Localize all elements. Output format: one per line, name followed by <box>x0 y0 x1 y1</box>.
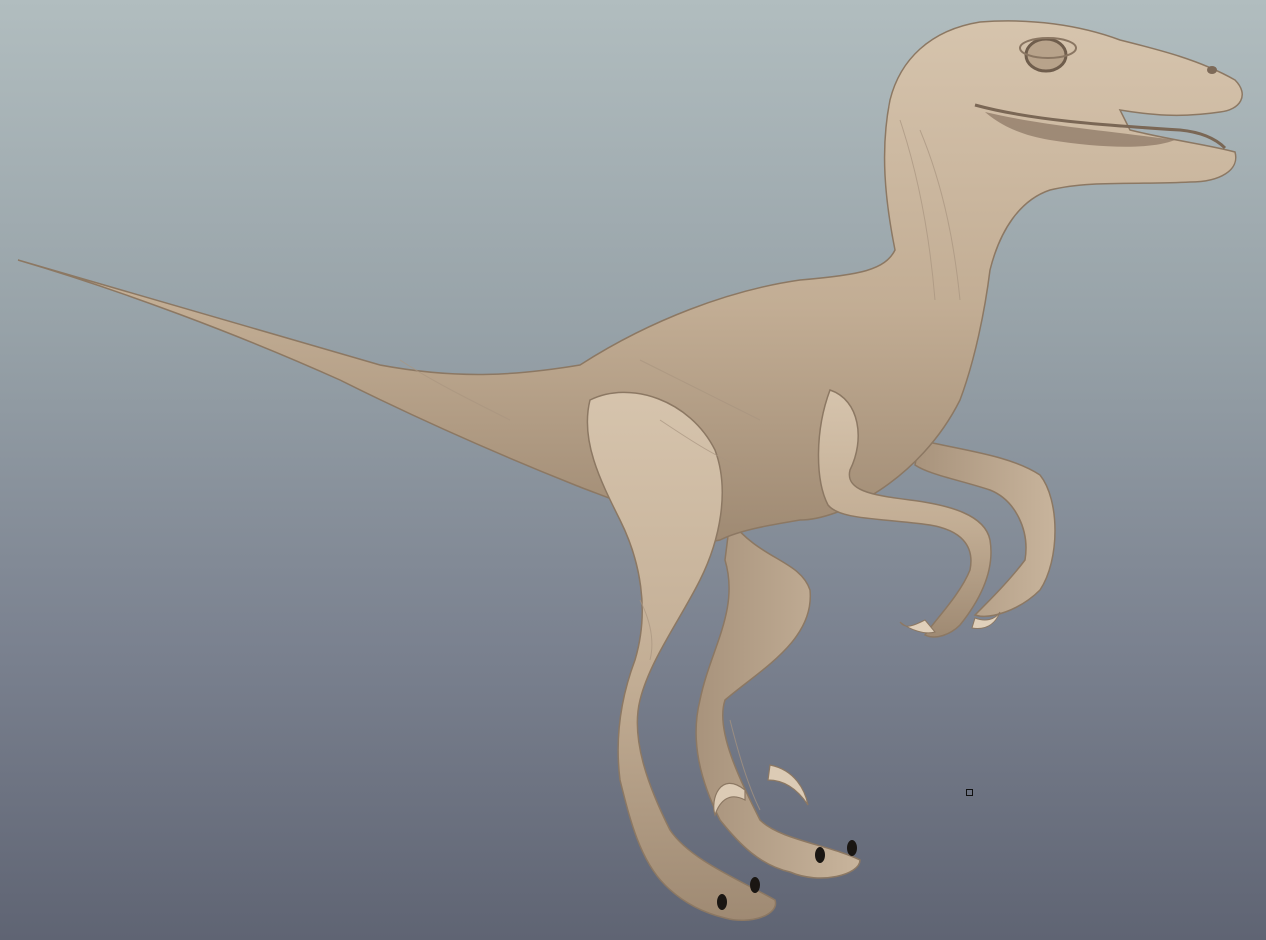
nostril <box>1207 66 1217 74</box>
hand-claw-1 <box>899 619 936 634</box>
eye <box>1024 37 1068 73</box>
toe-claw-4 <box>847 840 857 856</box>
3d-viewport[interactable] <box>0 0 1266 940</box>
toe-claw-3 <box>815 847 825 863</box>
cursor-marker <box>966 789 973 796</box>
far-hind-leg <box>695 518 861 879</box>
raptor-sculpt-model[interactable] <box>0 0 1266 940</box>
toe-claw-1 <box>717 894 727 910</box>
toe-claw-2 <box>750 877 760 893</box>
sickle-claw-far <box>767 764 809 806</box>
